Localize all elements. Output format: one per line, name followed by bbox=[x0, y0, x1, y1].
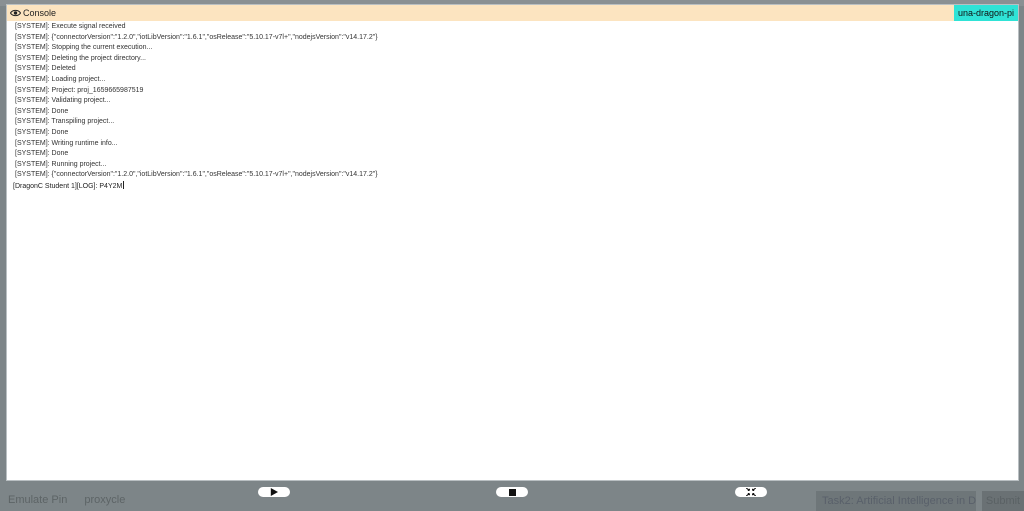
system-log-line: [SYSTEM]: Done bbox=[15, 107, 69, 115]
system-log-line: [SYSTEM]: Validating project... bbox=[15, 97, 111, 105]
system-log-line: [SYSTEM]: Loading project... bbox=[15, 75, 106, 83]
console-header: Console una-dragon-pi bbox=[7, 5, 1018, 21]
system-log-line: [SYSTEM]: Execute signal received bbox=[15, 23, 126, 30]
exit-fullscreen-button[interactable] bbox=[735, 487, 767, 497]
play-icon bbox=[270, 483, 278, 501]
backdrop-footer-info: Emulate Pin proxycle bbox=[8, 494, 139, 506]
device-name-badge: una-dragon-pi bbox=[953, 5, 1018, 21]
system-log-line: [SYSTEM]: {"connectorVersion":"1.2.0","i… bbox=[15, 33, 378, 41]
play-button[interactable] bbox=[258, 487, 290, 497]
system-log-line: [SYSTEM]: Stopping the current execution… bbox=[15, 44, 153, 52]
system-log-line: [SYSTEM]: Done bbox=[15, 128, 69, 136]
system-log-line: [SYSTEM]: Done bbox=[15, 150, 69, 158]
user-log-line: [DragonC Student 1][LOG]: P4Y2M bbox=[13, 180, 125, 190]
console-panel: Console una-dragon-pi [SYSTEM]: Execute … bbox=[6, 4, 1019, 481]
exit-fullscreen-icon bbox=[745, 483, 757, 501]
emulate-pin-label: Emulate Pin bbox=[8, 494, 68, 506]
system-log-line: [SYSTEM]: Writing runtime info... bbox=[15, 139, 118, 147]
console-title: Console bbox=[23, 8, 57, 18]
system-log-line: [SYSTEM]: Running project... bbox=[15, 160, 107, 168]
stop-icon bbox=[508, 483, 516, 501]
stop-button[interactable] bbox=[496, 487, 528, 497]
eye-icon[interactable] bbox=[9, 7, 21, 19]
system-log-line: [SYSTEM]: Project: proj_1659665987519 bbox=[15, 86, 144, 94]
submit-button[interactable]: Submit bbox=[982, 491, 1024, 511]
text-caret bbox=[123, 180, 125, 189]
system-log-line: [SYSTEM]: Transpiling project... bbox=[15, 118, 115, 126]
emulate-pin-value: proxycle bbox=[84, 494, 126, 506]
task-dropdown[interactable]: Task2: Artificial Intelligence in Daily bbox=[816, 491, 976, 511]
system-log-line: [SYSTEM]: Deleting the project directory… bbox=[15, 54, 146, 62]
system-log-line: [SYSTEM]: {"connectorVersion":"1.2.0","i… bbox=[15, 171, 378, 179]
console-log[interactable]: [SYSTEM]: Execute signal received [SYSTEM… bbox=[11, 22, 1014, 476]
system-log-line: [SYSTEM]: Deleted bbox=[15, 65, 76, 73]
